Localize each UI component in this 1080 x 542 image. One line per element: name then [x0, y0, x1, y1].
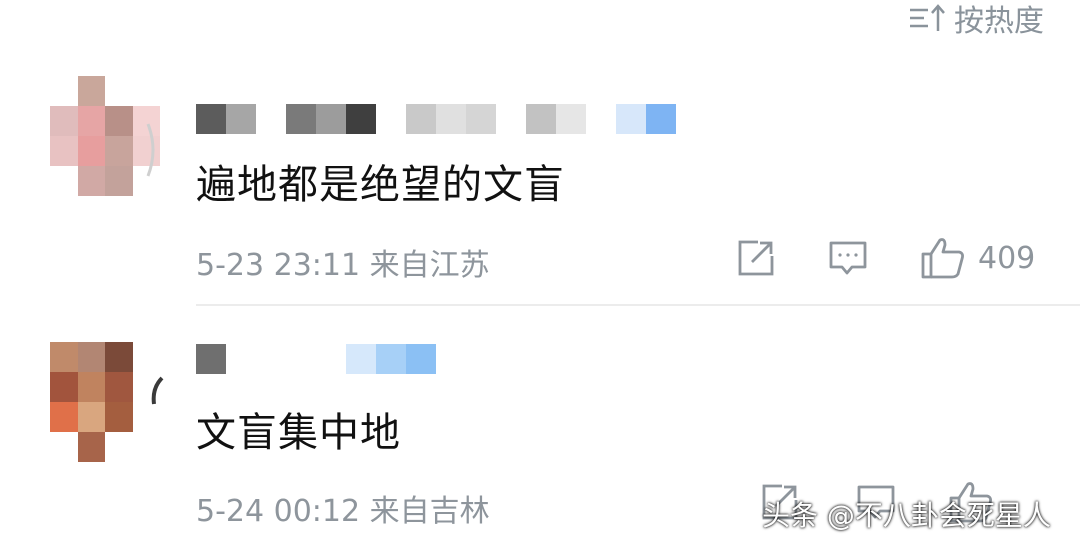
- avatar-pixel: [77, 136, 105, 166]
- avatar-pixel: [77, 76, 105, 106]
- name-pixel: [226, 344, 256, 374]
- avatar[interactable]: [50, 342, 160, 462]
- avatar-pixel: [77, 342, 105, 372]
- comment-meta: 5-24 00:12 来自吉林: [196, 494, 490, 529]
- avatar-pixel: [50, 76, 78, 106]
- username-redacted[interactable]: [196, 344, 436, 374]
- name-pixel: [286, 344, 316, 374]
- comment-text: 文盲集中地: [196, 410, 401, 456]
- sort-label: 按热度: [954, 4, 1044, 39]
- avatar-pixel: [132, 432, 160, 462]
- share-icon: [738, 240, 774, 276]
- name-pixel: [646, 104, 676, 134]
- name-pixel: [376, 104, 406, 134]
- name-pixel: [196, 344, 226, 374]
- reply-button[interactable]: [828, 238, 868, 278]
- name-pixel: [466, 104, 496, 134]
- name-pixel: [346, 344, 376, 374]
- name-pixel: [556, 104, 586, 134]
- avatar-pixel: [50, 342, 78, 372]
- name-pixel: [316, 104, 346, 134]
- name-pixel: [226, 104, 256, 134]
- comment-divider: [196, 304, 1080, 306]
- avatar-pixel: [132, 342, 160, 372]
- comment-actions: 409: [736, 236, 1035, 280]
- name-pixel: [436, 104, 466, 134]
- sort-by-heat-button[interactable]: 按热度: [908, 0, 1044, 39]
- avatar-pixel: [105, 402, 133, 432]
- watermark: 头条 @不八卦会死星人: [762, 499, 1051, 532]
- avatar[interactable]: [50, 76, 160, 196]
- name-pixel: [586, 104, 616, 134]
- avatar-pixel: [77, 402, 105, 432]
- comment-icon: [829, 241, 867, 275]
- avatar-pixel: [50, 402, 78, 432]
- share-button[interactable]: [736, 238, 776, 278]
- name-pixel: [256, 104, 286, 134]
- name-pixel: [616, 104, 646, 134]
- comment-text: 遍地都是绝望的文盲: [196, 162, 565, 208]
- comment-meta: 5-23 23:11 来自江苏: [196, 248, 490, 283]
- avatar-pixel: [105, 432, 133, 462]
- like-count: 409: [978, 240, 1036, 276]
- sort-desc-icon: [910, 4, 945, 31]
- name-pixel: [256, 344, 286, 374]
- name-pixel: [406, 344, 436, 374]
- like-button[interactable]: 409: [920, 236, 1035, 280]
- name-pixel: [406, 104, 436, 134]
- avatar-pixel: [77, 106, 105, 136]
- avatar-pixel: [77, 372, 105, 402]
- avatar-pixel: [77, 166, 105, 196]
- avatar-pixel: [105, 372, 133, 402]
- avatar-pixel: [50, 372, 78, 402]
- name-pixel: [346, 104, 376, 134]
- name-pixel: [496, 104, 526, 134]
- thumbs-up-icon: [921, 238, 964, 279]
- avatar-pixel: [77, 432, 105, 462]
- avatar-pixel: [105, 342, 133, 372]
- avatar-pixel: [105, 166, 133, 196]
- name-pixel: [196, 104, 226, 134]
- avatar-pixel: [50, 136, 78, 166]
- name-pixel: [286, 104, 316, 134]
- avatar-pixel: [50, 166, 78, 196]
- avatar-pixel: [132, 76, 160, 106]
- avatar-pixel: [50, 432, 78, 462]
- name-pixel: [526, 104, 556, 134]
- avatar-pixel: [50, 106, 78, 136]
- avatar-frame-icon: [151, 376, 164, 405]
- name-pixel: [316, 344, 346, 374]
- avatar-pixel: [105, 76, 133, 106]
- avatar-frame-icon: [146, 123, 155, 177]
- username-redacted[interactable]: [196, 104, 676, 134]
- name-pixel: [376, 344, 406, 374]
- avatar-pixel: [105, 106, 133, 136]
- avatar-pixel: [105, 136, 133, 166]
